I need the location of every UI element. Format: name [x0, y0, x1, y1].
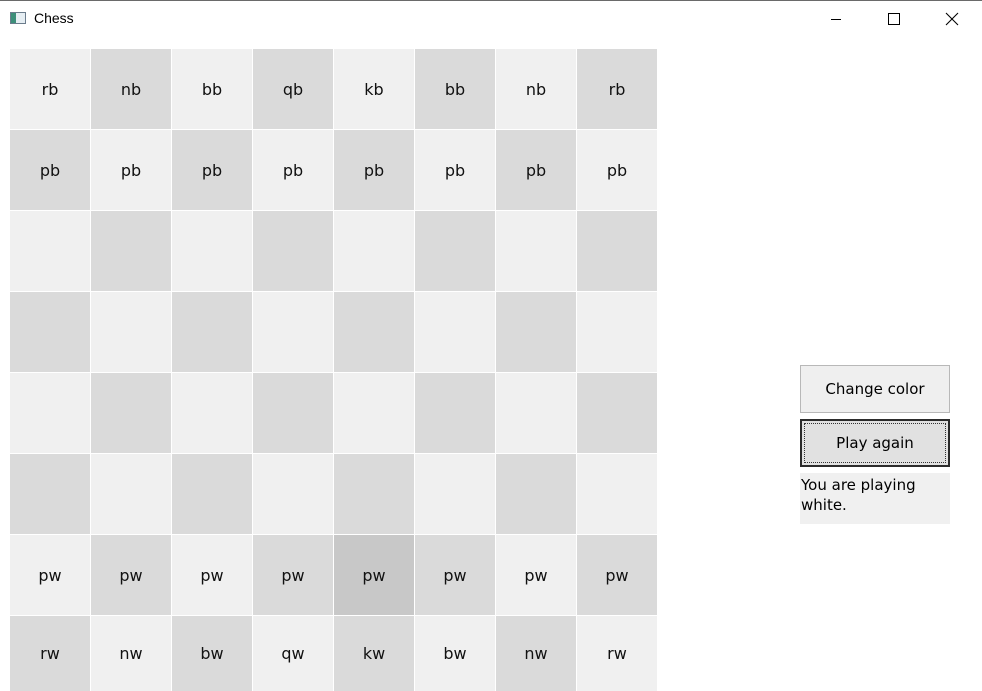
- minimize-button[interactable]: [813, 1, 859, 39]
- board-square-a7[interactable]: pb: [10, 130, 90, 210]
- board-square-c3[interactable]: [172, 454, 252, 534]
- board-square-f5[interactable]: [415, 292, 495, 372]
- minimize-icon: [831, 19, 841, 20]
- board-square-e5[interactable]: [334, 292, 414, 372]
- board-square-d7[interactable]: pb: [253, 130, 333, 210]
- board-square-f8[interactable]: bb: [415, 49, 495, 129]
- board-square-g1[interactable]: nw: [496, 616, 576, 691]
- close-icon: [945, 12, 959, 26]
- chess-board: rb nb bb qb kb bb nb rb pb pb pb pb pb pb pb pb pw pw pw pw…: [10, 49, 658, 691]
- board-square-c7[interactable]: pb: [172, 130, 252, 210]
- board-square-a6[interactable]: [10, 211, 90, 291]
- maximize-icon: [888, 13, 900, 25]
- board-square-d2[interactable]: pw: [253, 535, 333, 615]
- board-square-e6[interactable]: [334, 211, 414, 291]
- board-square-b6[interactable]: [91, 211, 171, 291]
- play-again-button[interactable]: Play again: [800, 419, 950, 467]
- board-square-d8[interactable]: qb: [253, 49, 333, 129]
- change-color-button[interactable]: Change color: [800, 365, 950, 413]
- board-square-g2[interactable]: pw: [496, 535, 576, 615]
- board-square-g5[interactable]: [496, 292, 576, 372]
- board-square-g6[interactable]: [496, 211, 576, 291]
- play-again-label: Play again: [836, 434, 914, 452]
- close-button[interactable]: [929, 1, 975, 39]
- board-square-b1[interactable]: nw: [91, 616, 171, 691]
- board-square-a3[interactable]: [10, 454, 90, 534]
- title-bar[interactable]: Chess: [0, 1, 982, 39]
- board-square-g7[interactable]: pb: [496, 130, 576, 210]
- board-square-a1[interactable]: rw: [10, 616, 90, 691]
- board-square-h4[interactable]: [577, 373, 657, 453]
- board-square-e4[interactable]: [334, 373, 414, 453]
- board-square-f1[interactable]: bw: [415, 616, 495, 691]
- window-title: Chess: [34, 10, 74, 26]
- board-square-c6[interactable]: [172, 211, 252, 291]
- board-square-d3[interactable]: [253, 454, 333, 534]
- board-square-e2[interactable]: pw: [334, 535, 414, 615]
- board-square-d5[interactable]: [253, 292, 333, 372]
- board-square-c5[interactable]: [172, 292, 252, 372]
- board-square-f4[interactable]: [415, 373, 495, 453]
- board-square-h6[interactable]: [577, 211, 657, 291]
- board-square-f6[interactable]: [415, 211, 495, 291]
- board-square-h5[interactable]: [577, 292, 657, 372]
- board-square-a4[interactable]: [10, 373, 90, 453]
- board-square-h7[interactable]: pb: [577, 130, 657, 210]
- board-square-c4[interactable]: [172, 373, 252, 453]
- board-square-g3[interactable]: [496, 454, 576, 534]
- board-square-a2[interactable]: pw: [10, 535, 90, 615]
- board-square-d1[interactable]: qw: [253, 616, 333, 691]
- board-square-d4[interactable]: [253, 373, 333, 453]
- chess-window: Chess rb nb bb qb kb bb nb rb pb pb pb pb pb pb pb pb pw…: [0, 0, 982, 691]
- board-square-b5[interactable]: [91, 292, 171, 372]
- board-square-e3[interactable]: [334, 454, 414, 534]
- window-app-icon: [10, 12, 26, 24]
- board-square-b8[interactable]: nb: [91, 49, 171, 129]
- board-square-f3[interactable]: [415, 454, 495, 534]
- board-square-g4[interactable]: [496, 373, 576, 453]
- board-square-h3[interactable]: [577, 454, 657, 534]
- board-square-e7[interactable]: pb: [334, 130, 414, 210]
- board-square-e1[interactable]: kw: [334, 616, 414, 691]
- board-square-b7[interactable]: pb: [91, 130, 171, 210]
- board-square-g8[interactable]: nb: [496, 49, 576, 129]
- board-square-f2[interactable]: pw: [415, 535, 495, 615]
- board-square-c8[interactable]: bb: [172, 49, 252, 129]
- board-square-h1[interactable]: rw: [577, 616, 657, 691]
- board-square-c2[interactable]: pw: [172, 535, 252, 615]
- board-square-b4[interactable]: [91, 373, 171, 453]
- board-square-f7[interactable]: pb: [415, 130, 495, 210]
- board-square-b2[interactable]: pw: [91, 535, 171, 615]
- status-text: You are playing white.: [800, 473, 950, 524]
- board-square-a5[interactable]: [10, 292, 90, 372]
- board-square-c1[interactable]: bw: [172, 616, 252, 691]
- change-color-label: Change color: [825, 380, 925, 398]
- board-square-a8[interactable]: rb: [10, 49, 90, 129]
- board-square-e8[interactable]: kb: [334, 49, 414, 129]
- board-square-h8[interactable]: rb: [577, 49, 657, 129]
- board-square-b3[interactable]: [91, 454, 171, 534]
- maximize-button[interactable]: [870, 1, 916, 39]
- board-square-h2[interactable]: pw: [577, 535, 657, 615]
- board-square-d6[interactable]: [253, 211, 333, 291]
